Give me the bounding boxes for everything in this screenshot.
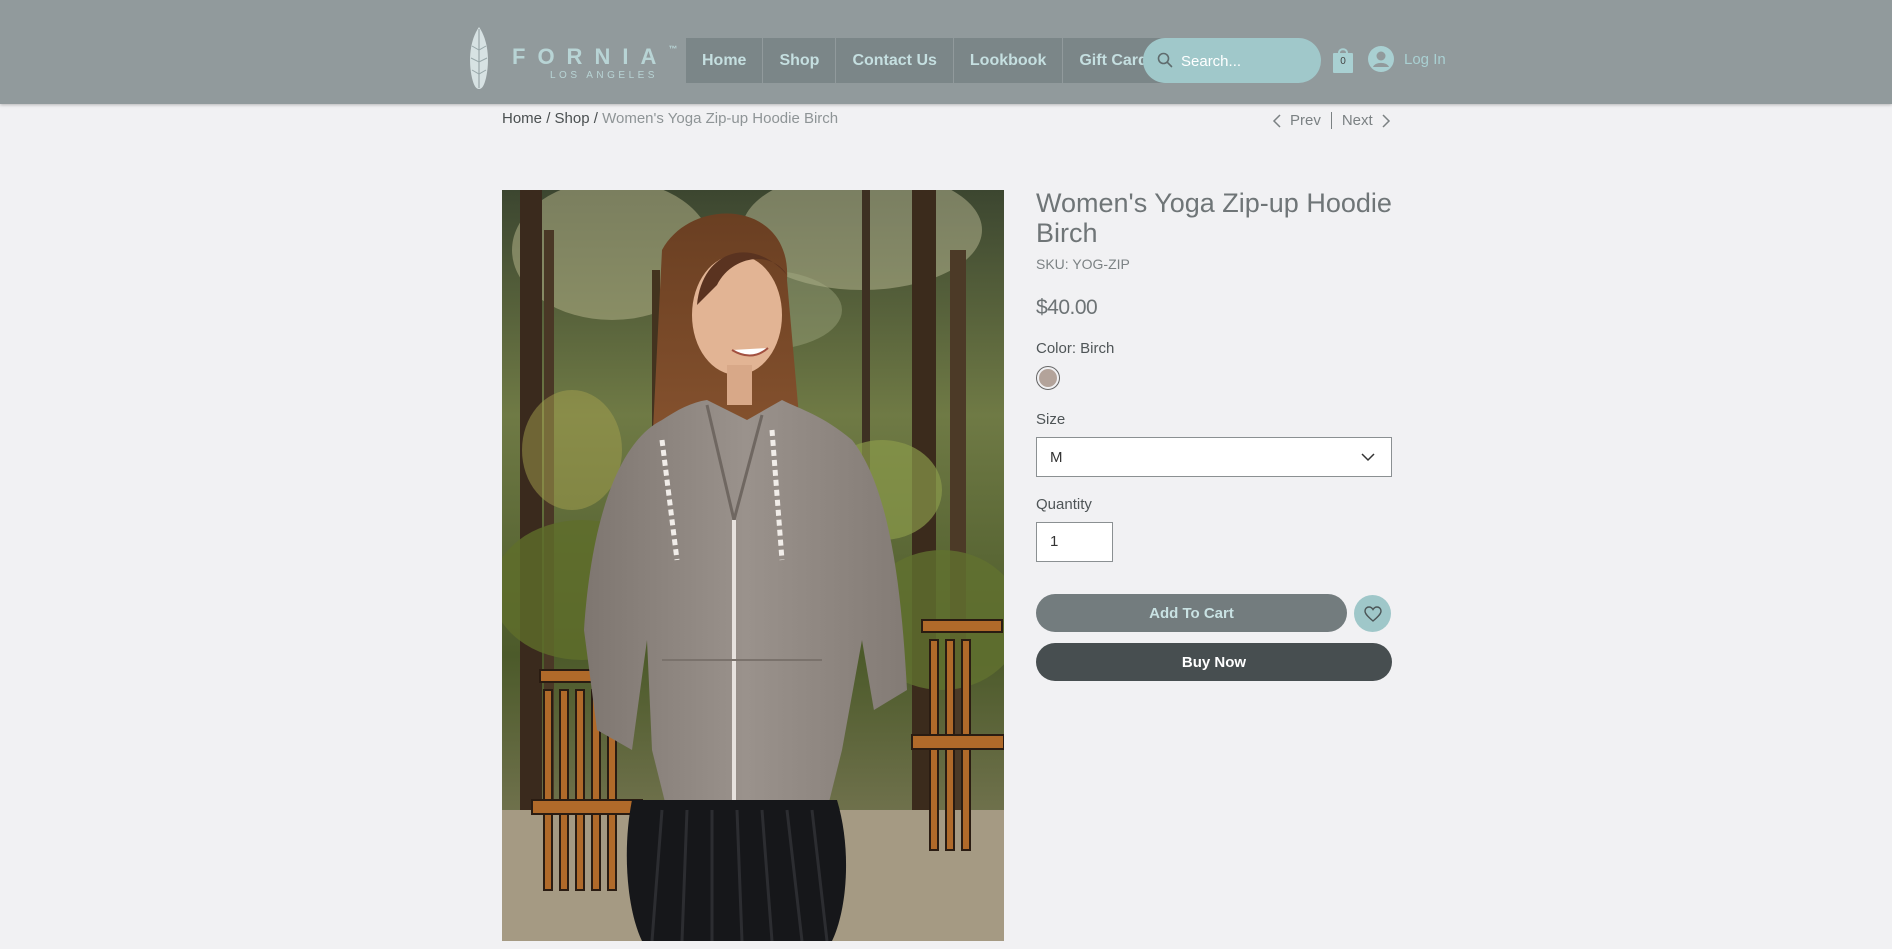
add-to-cart-button[interactable]: Add To Cart — [1036, 594, 1347, 632]
user-avatar-icon — [1368, 46, 1394, 72]
product-pager: Prev Next — [1272, 112, 1391, 129]
breadcrumb-home[interactable]: Home — [502, 110, 542, 127]
chevron-right-icon — [1382, 113, 1390, 128]
quantity-stepper[interactable] — [1036, 522, 1113, 562]
color-swatch-fill — [1039, 369, 1057, 387]
prev-product-link[interactable]: Prev — [1272, 112, 1321, 129]
pager-divider — [1330, 112, 1332, 129]
buy-now-button[interactable]: Buy Now — [1036, 643, 1392, 681]
brand-wordmark: FORNIA™ — [512, 44, 678, 69]
color-label: Color: Birch — [1036, 340, 1115, 357]
size-selected-value: M — [1050, 449, 1063, 466]
surfboard-icon — [470, 27, 488, 89]
brand-logo[interactable]: FORNIA™ LOS ANGELES — [466, 26, 677, 92]
site-header: FORNIA™ LOS ANGELES Home Shop Contact Us… — [0, 0, 1892, 104]
next-product-link[interactable]: Next — [1342, 112, 1391, 129]
cart-count: 0 — [1340, 56, 1346, 67]
product-sku: SKU: YOG-ZIP — [1036, 256, 1130, 272]
heart-icon — [1363, 605, 1382, 622]
product-image[interactable] — [502, 190, 1004, 941]
product-photo — [502, 190, 1004, 941]
nav-shop[interactable]: Shop — [763, 38, 837, 83]
breadcrumb-separator: / — [546, 110, 551, 127]
nav-contact-us[interactable]: Contact Us — [836, 38, 954, 83]
quantity-label: Quantity — [1036, 496, 1092, 513]
main-nav: Home Shop Contact Us Lookbook Gift Card — [686, 38, 1164, 83]
chevron-down-icon — [1361, 453, 1375, 462]
color-swatch-birch[interactable] — [1036, 366, 1060, 390]
breadcrumb-current: Women's Yoga Zip-up Hoodie Birch — [602, 110, 839, 127]
search-icon — [1157, 52, 1173, 68]
brand-tagline: LOS ANGELES — [550, 70, 658, 81]
trademark-symbol: ™ — [668, 44, 678, 54]
next-label: Next — [1341, 112, 1373, 129]
nav-home[interactable]: Home — [686, 38, 764, 83]
product-title: Women's Yoga Zip-up Hoodie Birch — [1036, 188, 1392, 248]
login-label: Log In — [1404, 50, 1446, 68]
breadcrumb-shop[interactable]: Shop — [555, 110, 590, 127]
search-input[interactable] — [1179, 48, 1313, 74]
cart-button[interactable]: 0 — [1331, 45, 1355, 75]
search-bar[interactable] — [1143, 38, 1321, 83]
size-dropdown[interactable]: M — [1036, 437, 1392, 477]
login-button[interactable]: Log In — [1368, 46, 1446, 72]
nav-lookbook[interactable]: Lookbook — [954, 38, 1064, 83]
breadcrumb: Home / Shop / Women's Yoga Zip-up Hoodie… — [502, 110, 838, 127]
chevron-left-icon — [1272, 113, 1281, 128]
prev-label: Prev — [1290, 112, 1321, 129]
breadcrumb-separator: / — [593, 110, 598, 127]
quantity-input[interactable] — [1050, 533, 1100, 550]
wishlist-button[interactable] — [1354, 595, 1391, 632]
product-price: $40.00 — [1036, 296, 1098, 319]
size-label: Size — [1036, 411, 1066, 428]
